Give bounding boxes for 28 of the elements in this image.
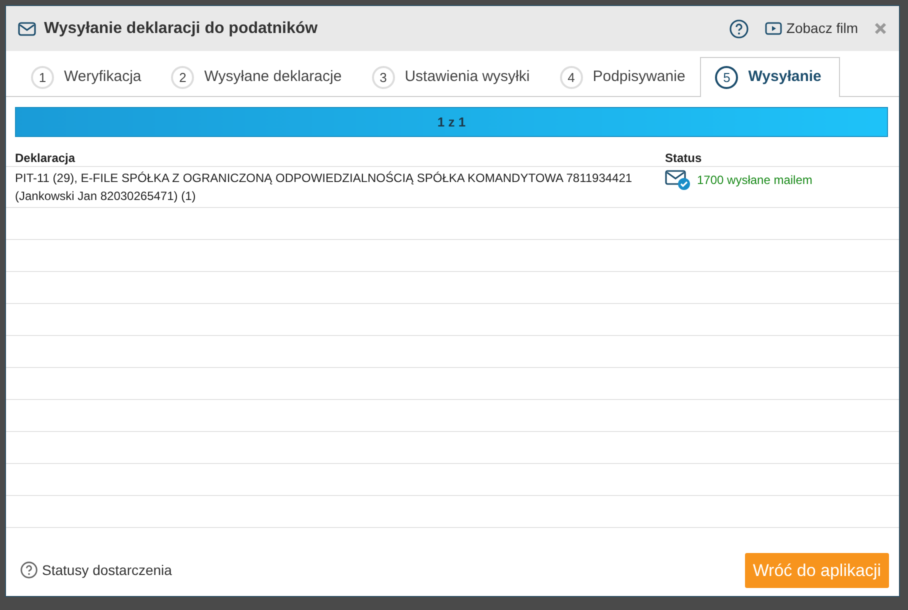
step-number: 4 xyxy=(560,66,583,89)
step-number: 3 xyxy=(372,66,395,89)
step-tab[interactable]: 4 Podpisywanie xyxy=(544,57,700,97)
step-tab[interactable]: 5 Wysyłanie xyxy=(700,57,840,97)
column-header: Status xyxy=(656,147,899,167)
step-number: 1 xyxy=(31,66,54,89)
step-label: Wysyłanie xyxy=(748,67,822,88)
step-number: 5 xyxy=(715,66,738,89)
step-number: 2 xyxy=(171,66,194,89)
delivery-status-link[interactable]: Statusy dostarczenia xyxy=(42,560,172,581)
video-link[interactable]: Zobacz film xyxy=(786,18,858,39)
step-tab[interactable]: 2 Wysyłane deklaracje xyxy=(156,57,357,97)
column-header: Deklaracja xyxy=(6,147,656,167)
envelope-icon xyxy=(18,22,36,36)
step-tab[interactable]: 3 Ustawienia wysyłki xyxy=(356,57,545,97)
status-text: 1700 wysłane mailem xyxy=(697,172,812,189)
help-icon[interactable] xyxy=(729,18,750,38)
step-label: Ustawienia wysyłki xyxy=(404,67,530,88)
step-tab[interactable]: 1 Weryfikacja xyxy=(16,57,156,97)
video-icon[interactable] xyxy=(765,22,782,35)
step-label: Wysyłane deklaracje xyxy=(204,67,342,88)
help-icon[interactable] xyxy=(20,561,38,580)
declaration-cell: PIT-11 (29), E-FILE SPÓŁKA Z OGRANICZONĄ ODPOWIEDZIALNOŚCIĄ SPÓŁKA KOMANDYTOWA 7811934421 (Jankowski Jan 82030265471) (1) xyxy=(15,171,632,203)
progress-label: 1 z 1 xyxy=(437,113,466,132)
step-label: Podpisywanie xyxy=(592,67,686,88)
envelope-check-icon xyxy=(665,169,691,191)
step-label: Weryfikacja xyxy=(64,67,142,88)
dialog-title: Wysyłanie deklaracji do podatników xyxy=(44,18,318,38)
